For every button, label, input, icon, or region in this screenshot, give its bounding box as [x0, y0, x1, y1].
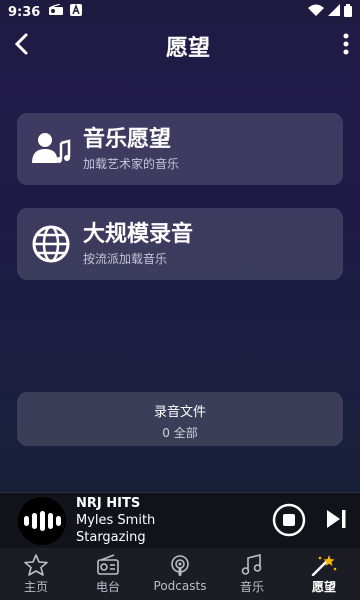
skip-next-button[interactable]	[324, 507, 348, 535]
more-options-button[interactable]	[342, 32, 350, 60]
card-title: 音乐愿望	[83, 126, 172, 152]
user-music-icon	[31, 129, 71, 169]
bottom-nav: 主页 电台 Podcasts 音乐 愿望	[0, 548, 360, 600]
page-title: 愿望	[165, 36, 210, 61]
magic-wand-icon	[311, 554, 337, 576]
status-bar: 9:36	[0, 0, 360, 24]
battery-icon	[344, 3, 352, 21]
wifi-icon	[308, 4, 324, 20]
nav-label: Podcasts	[153, 579, 207, 593]
radio-notification-icon	[48, 3, 64, 20]
font-notification-icon	[70, 4, 83, 20]
nav-label: 主页	[23, 579, 48, 594]
nav-music[interactable]: 音乐	[216, 548, 288, 600]
nav-radio[interactable]: 电台	[72, 548, 144, 600]
bulk-recording-card[interactable]: 大规模录音 按流派加载音乐	[17, 208, 343, 280]
nav-home[interactable]: 主页	[0, 548, 72, 600]
chevron-left-icon	[14, 33, 28, 55]
track-name: Stargazing	[76, 530, 146, 545]
station-name: NRJ HITS	[76, 496, 141, 511]
nav-podcasts[interactable]: Podcasts	[144, 548, 216, 600]
files-title: 录音文件	[153, 405, 206, 420]
files-count: 0 全部	[162, 426, 198, 440]
status-time: 9:36	[8, 4, 41, 20]
recording-files-card[interactable]: 录音文件 0 全部	[17, 392, 343, 446]
card-subtitle: 加载艺术家的音乐	[83, 156, 180, 171]
music-note-icon	[241, 553, 262, 575]
stop-icon	[272, 503, 306, 537]
globe-icon	[31, 224, 71, 264]
nav-wish[interactable]: 愿望	[288, 548, 360, 600]
stop-button[interactable]	[272, 503, 306, 541]
artist-name: Myles Smith	[76, 513, 156, 528]
signal-icon	[328, 4, 340, 20]
card-title: 大规模录音	[83, 221, 194, 247]
star-icon	[24, 553, 48, 576]
nav-label: 音乐	[239, 579, 264, 594]
app-header: 愿望	[0, 24, 360, 68]
radio-icon	[97, 553, 119, 575]
more-vertical-icon	[343, 33, 349, 55]
skip-next-icon	[327, 510, 346, 528]
nav-label: 电台	[95, 579, 120, 594]
back-button[interactable]	[10, 32, 34, 60]
music-wish-card[interactable]: 音乐愿望 加载艺术家的音乐	[17, 113, 343, 185]
station-logo	[18, 496, 66, 545]
mini-player[interactable]: NRJ HITS Myles Smith Stargazing	[0, 492, 360, 548]
podcast-icon	[171, 555, 189, 576]
card-subtitle: 按流派加载音乐	[83, 251, 168, 266]
nav-label: 愿望	[311, 579, 336, 594]
